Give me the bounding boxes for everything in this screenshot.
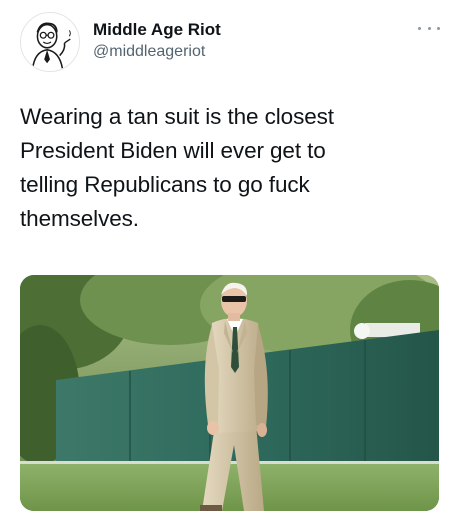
- cartoon-man-avatar-icon: [21, 13, 79, 71]
- dot: [418, 26, 421, 30]
- tweet-text-line: telling Republicans to go fuck: [20, 172, 310, 197]
- tweet-text-line: President Biden will ever get to: [20, 138, 326, 163]
- photo-scene: [20, 275, 439, 511]
- author-handle[interactable]: @middleageriot: [93, 43, 205, 61]
- tweet-text-line: themselves.: [20, 206, 139, 231]
- dot: [427, 26, 431, 30]
- tweet-photo[interactable]: [20, 275, 439, 511]
- tweet-text: Wearing a tan suit is the closest Presid…: [20, 100, 440, 236]
- more-options-icon[interactable]: [418, 22, 440, 34]
- author-display-name[interactable]: Middle Age Riot: [93, 20, 221, 40]
- author-avatar[interactable]: [20, 12, 80, 72]
- tweet-card: Middle Age Riot @middleageriot Wearing a…: [0, 0, 458, 525]
- dot: [437, 26, 440, 30]
- tweet-text-line: Wearing a tan suit is the closest: [20, 104, 334, 129]
